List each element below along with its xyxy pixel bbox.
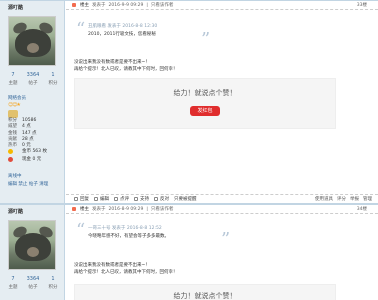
author-badge-icon [72,207,76,211]
post-tools: 使用道具 评分 举报 管理 [315,196,372,202]
reply-action[interactable]: 回复 [74,196,89,202]
floor-number[interactable]: 34楼 [357,206,367,212]
author-stats: 7 主题 3364 帖子 1 积分 [4,72,62,88]
avatar[interactable] [8,16,56,66]
post-date: 2016-8-9 09:29 [108,206,144,212]
stat-label: 积分 [48,81,58,86]
post-message: 没说出来我没有数或者是要不出来~！ 再给个提示！北人已叹，请教其中下何时，回何幸… [74,263,178,275]
stat-value[interactable]: 3364 [24,72,42,78]
notify-action[interactable]: 只要被提醒 [174,196,197,202]
quote-author[interactable]: 一哥三十号 发表于 2016-8-8 12:52 [88,225,326,231]
close-quote-icon: ” [201,29,211,50]
post-message: 没说出来我没有数或者是要不出来~！ 再给个提示！北人已叹，请教其中下何时，回何幸… [74,60,178,72]
posted-label: 发表于 [92,207,106,212]
floor-number[interactable]: 33楼 [357,2,367,8]
author-stats: 7 主题 3364 帖子 1 积分 [4,276,62,292]
author-tag[interactable]: 楼主 [80,2,89,8]
edit-action[interactable]: 编辑 [94,196,109,202]
manage-link[interactable]: 管理 [363,196,372,202]
only-author-link[interactable]: 只看该作者 [151,206,174,212]
post-header: 楼主 发表于 2016-9-9 09:29 | 只看该作者 33楼 [66,1,378,10]
stat-label: 帖子 [28,81,38,86]
quote-text: 今晓略年感不好，有望会等子多多最数。 [88,234,169,239]
author-name[interactable]: 源叮酷 [8,4,23,11]
author-sidebar: 源叮酷 7 主题 3364 帖子 1 积分 [0,205,65,300]
medal-icon [8,110,18,118]
stat-value[interactable]: 1 [44,276,62,282]
post-content: 楼主 发表于 2016-8-9 09:29 | 只看该作者 34楼 “ 一哥三十… [66,205,378,300]
attr-value: 现金 0 元 [22,156,42,162]
stat-value[interactable]: 3364 [24,276,42,282]
author-sidebar: 源叮酷 7 主题 3364 帖子 1 积分 网络会员 😊😊★ 积分 10586 威望 4 … [0,1,65,203]
close-quote-icon: ” [221,229,231,250]
attr-value: 金币 563 枚 [22,149,47,155]
open-quote-icon: “ [76,19,86,40]
edit-icon [94,197,98,201]
quote-block: “ 一哥三十号 发表于 2016-8-8 12:52 今晓略年感不好，有望会等子… [76,219,326,249]
stat-label: 主题 [8,285,18,290]
author-name[interactable]: 源叮酷 [8,208,23,215]
post: 源叮酷 7 主题 3364 帖子 1 积分 楼主 发表于 2016-8-9 09:29… [0,203,378,300]
stat-label: 主题 [8,81,18,86]
post-date: 2016-9-9 09:29 [108,2,144,8]
report-link[interactable]: 举报 [350,196,359,202]
stat-label: 积分 [48,285,58,290]
post-actions: 回复 编辑 点评 支持 反对 只要被提醒 使用道具 评分 举报 管理 [66,194,378,203]
author-badge-icon [72,3,76,7]
cash-icon [8,156,13,162]
post-header: 楼主 发表于 2016-8-9 09:29 | 只看该作者 34楼 [66,205,378,214]
attr-label [8,149,22,156]
stat-value[interactable]: 7 [4,72,22,78]
gold-coin-icon [8,149,13,155]
author-tag[interactable]: 楼主 [80,206,89,212]
comment-icon [114,197,118,201]
post: 源叮酷 7 主题 3364 帖子 1 积分 网络会员 😊😊★ 积分 10586 威望 4 … [0,0,378,203]
send-red-packet-button[interactable]: 发红包 [190,106,220,116]
author-attributes: 积分 10586 威望 4 点 金钱 147 点 贡献 28 点 热币 0 元 金币 56… [8,118,47,164]
attr-label [8,156,22,164]
open-quote-icon: “ [76,220,86,241]
support-action[interactable]: 支持 [134,196,149,202]
use-tool-link[interactable]: 使用道具 [315,196,333,202]
red-packet-title: 给力！就说点个赞！ [173,292,237,300]
red-packet-title: 给力！就说点个赞！ [173,89,237,97]
online-status[interactable]: 离线中 [8,173,22,179]
quote-block: “ 丑肌眼看 发表于 2016-8-8 12:30 2010，2011行吸文技，… [76,17,326,50]
user-group[interactable]: 网络会员 [8,95,26,101]
post-content: 楼主 发表于 2016-9-9 09:29 | 只看该作者 33楼 “ 丑肌眼看… [66,1,378,203]
avatar[interactable] [8,220,56,270]
stat-label: 帖子 [28,285,38,290]
comment-action[interactable]: 点评 [114,196,129,202]
stat-value[interactable]: 1 [44,72,62,78]
rate-link[interactable]: 评分 [337,196,346,202]
posted-label: 发表于 [92,3,106,8]
only-author-link[interactable]: 只看该作者 [151,2,174,8]
red-packet-box: 给力！就说点个赞！ [74,284,336,300]
reply-icon [74,197,78,201]
thumbs-down-icon [154,197,158,201]
stat-value[interactable]: 7 [4,276,22,282]
admin-ops[interactable]: 编辑 禁止 帖子 清理 [8,181,48,187]
oppose-action[interactable]: 反对 [154,196,169,202]
red-packet-box: 给力！就说点个赞！ 发红包 [74,78,336,129]
thumbs-up-icon [134,197,138,201]
rank-stars: 😊😊★ [8,102,21,108]
